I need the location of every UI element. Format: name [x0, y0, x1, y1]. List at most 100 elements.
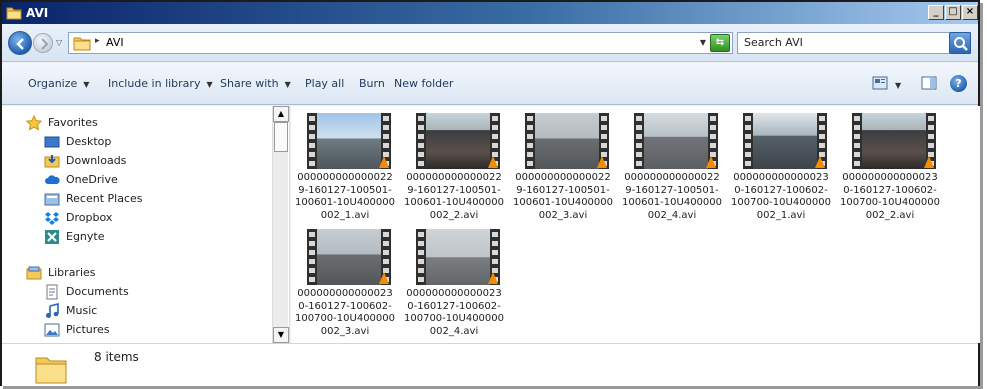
vlc-cone-icon: [379, 272, 389, 284]
organize-menu[interactable]: Organize ▼: [28, 77, 89, 90]
file-item[interactable]: 000000000000023 0-160127-100602- 100700-10…: [291, 224, 399, 340]
recent-places-icon: [44, 191, 60, 207]
libraries-icon: [26, 265, 42, 281]
dropbox-icon: [44, 210, 60, 226]
maximize-button[interactable]: □: [945, 5, 961, 20]
video-thumbnail: [525, 113, 609, 169]
details-pane: 8 items: [2, 343, 978, 386]
file-name-line: 0-160127-100602-: [407, 300, 501, 312]
arrow-left-icon: [16, 38, 24, 50]
file-name-line: 0-160127-100602-: [298, 300, 392, 312]
file-name-line: 0-160127-100602-: [734, 184, 828, 196]
nav-item-label: Desktop: [66, 135, 112, 148]
file-name-line: 100700-10U400000: [404, 313, 504, 324]
command-bar: Organize ▼ Include in library ▼ Share with…: [2, 63, 978, 105]
preview-pane-icon[interactable]: [921, 76, 937, 93]
vlc-cone-icon: [488, 272, 498, 284]
address-dropdown[interactable]: ▼: [700, 38, 706, 47]
minimize-button[interactable]: _: [928, 5, 944, 20]
window-title: AVI: [26, 6, 49, 20]
file-name-line: 002_1.avi: [320, 209, 370, 221]
file-name-line: 100700-10U400000: [295, 313, 395, 324]
music-icon: [44, 302, 60, 319]
file-name-line: 9-160127-100501-: [407, 184, 501, 196]
scroll-thumb[interactable]: [274, 122, 288, 152]
vlc-cone-icon: [379, 156, 389, 168]
address-bar-row: ▽ ▸ AVI ▼ ⇆ Search AVI: [2, 24, 978, 62]
organize-label: Organize: [28, 77, 78, 90]
refresh-button[interactable]: ⇆: [710, 34, 730, 52]
documents-icon: [44, 284, 60, 300]
file-name-line: 000000000000023: [297, 288, 393, 299]
file-item[interactable]: 000000000000023 0-160127-100602- 100700-10…: [836, 108, 944, 224]
egnyte-icon: [44, 229, 60, 245]
file-name-line: 100601-10U400000: [295, 197, 395, 208]
nav-item-label: Pictures: [66, 323, 110, 336]
file-name: 000000000000022 9-160127-100501- 100601-10…: [400, 172, 508, 222]
file-item[interactable]: 000000000000023 0-160127-100602- 100700-10…: [727, 108, 835, 224]
file-name-line: 0-160127-100602-: [843, 184, 937, 196]
view-options-dropdown[interactable]: ▼: [895, 78, 901, 91]
forward-button[interactable]: [33, 33, 53, 53]
new-folder-button[interactable]: New folder: [394, 77, 453, 90]
nav-item-label: Egnyte: [66, 230, 105, 243]
change-view-icon[interactable]: [872, 76, 888, 93]
search-placeholder: Search AVI: [744, 36, 803, 49]
file-item[interactable]: 000000000000022 9-160127-100501- 100601-10…: [509, 108, 617, 224]
search-input[interactable]: Search AVI: [737, 32, 971, 54]
back-button[interactable]: [8, 31, 32, 55]
video-thumbnail: [307, 229, 391, 285]
file-name-line: 002_4.avi: [647, 209, 697, 221]
file-item[interactable]: 000000000000022 9-160127-100501- 100601-10…: [400, 108, 508, 224]
file-name-line: 002_4.avi: [429, 325, 479, 337]
scroll-up-button[interactable]: ▲: [273, 106, 289, 122]
video-thumbnail: [852, 113, 936, 169]
folder-icon: [6, 5, 22, 20]
nav-item-label: Music: [66, 304, 98, 317]
breadcrumb-avi[interactable]: AVI: [106, 36, 124, 49]
vlc-cone-icon: [597, 156, 607, 168]
video-thumbnail: [416, 113, 500, 169]
share-with-label: Share with: [220, 77, 279, 90]
video-thumbnail: [634, 113, 718, 169]
scroll-down-button[interactable]: ▼: [273, 327, 289, 343]
folder-icon: [73, 35, 91, 54]
recent-pages-dropdown[interactable]: ▽: [56, 38, 62, 47]
file-item[interactable]: 000000000000023 0-160127-100602- 100700-10…: [400, 224, 508, 340]
pictures-icon: [44, 322, 60, 338]
nav-item-label: Dropbox: [66, 211, 113, 224]
include-in-library-label: Include in library: [108, 77, 201, 90]
file-name: 000000000000022 9-160127-100501- 100601-10…: [291, 172, 399, 222]
file-name-line: 000000000000023: [842, 172, 938, 183]
file-name-line: 000000000000022: [624, 172, 720, 183]
search-button[interactable]: [949, 32, 971, 54]
share-with-menu[interactable]: Share with ▼: [220, 77, 291, 90]
cloud-icon: [44, 172, 60, 188]
file-name-line: 000000000000022: [406, 172, 502, 183]
video-thumbnail: [416, 229, 500, 285]
play-all-button[interactable]: Play all: [305, 77, 344, 90]
file-name: 000000000000022 9-160127-100501- 100601-10…: [509, 172, 617, 222]
nav-item-label: OneDrive: [66, 173, 118, 186]
nav-scrollbar[interactable]: ▲ ▼: [272, 106, 289, 343]
breadcrumb-separator[interactable]: ▸: [95, 36, 100, 46]
close-button[interactable]: ×: [962, 5, 978, 20]
title-bar[interactable]: AVI _ □ ×: [2, 2, 978, 24]
file-name-line: 002_1.avi: [756, 209, 806, 221]
video-thumbnail: [743, 113, 827, 169]
file-name-line: 000000000000023: [733, 172, 829, 183]
help-icon[interactable]: ?: [950, 75, 967, 92]
file-list: 000000000000022 9-160127-100501- 100601-10…: [291, 106, 980, 343]
explorer-window: AVI _ □ × ▽ ▸ AVI ▼ ⇆ Search AVI Organiz…: [0, 0, 980, 386]
file-item[interactable]: 000000000000022 9-160127-100501- 100601-10…: [618, 108, 726, 224]
include-in-library-menu[interactable]: Include in library ▼: [108, 77, 213, 90]
video-thumbnail: [307, 113, 391, 169]
file-item[interactable]: 000000000000022 9-160127-100501- 100601-10…: [291, 108, 399, 224]
address-field[interactable]: ▸ AVI ▼: [68, 32, 733, 54]
nav-libraries-label: Libraries: [48, 266, 96, 279]
file-name-line: 100601-10U400000: [404, 197, 504, 208]
burn-button[interactable]: Burn: [359, 77, 385, 90]
item-count: 8 items: [94, 350, 139, 364]
file-name-line: 002_2.avi: [865, 209, 915, 221]
vlc-cone-icon: [706, 156, 716, 168]
